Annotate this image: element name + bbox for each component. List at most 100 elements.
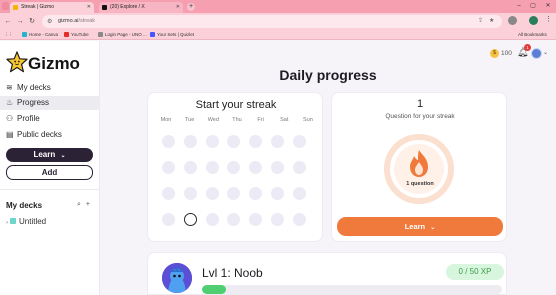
streak-day [249,187,263,200]
streak-day [271,187,284,200]
weekday-label: Thu [232,117,242,123]
streak-day [183,135,197,148]
close-window-icon[interactable]: ✕ [541,0,555,13]
bookmark-quizlet[interactable]: Your Sets | Quizlet [150,30,194,40]
streak-day [292,161,306,174]
all-bookmarks[interactable]: All Bookmarks [518,30,547,40]
sidebar-divider [0,189,100,190]
streak-day [292,135,306,148]
nav-public-decks[interactable]: ▤ Public decks [0,128,100,142]
address-toolbar: ← → ↻ ⚙ gizmo.ai/streak ⇪ ★ ⋮ [0,13,556,30]
bookmark-uno-login[interactable]: Login Page - UNO ... [98,30,147,40]
streak-day [227,187,241,200]
search-icon[interactable]: ⌕ [77,201,81,208]
sidebar-learn-button[interactable]: Learn ⌄ [6,148,93,162]
extensions-icon[interactable] [508,16,517,25]
streak-day [249,213,263,226]
streak-card: Start your streak Mon Tue Wed Thu Fri Sat Sun [147,92,323,242]
browser-menu-icon[interactable]: ⋮ [545,15,552,23]
weekday-label: Sun [303,117,313,123]
level-mascot-avatar [162,263,192,293]
star-logo-icon [6,51,28,73]
streak-day [205,161,219,174]
apps-grid-icon[interactable]: ⋮⋮ [4,30,13,40]
coin-count: 100 [501,50,512,57]
avatar[interactable] [531,48,542,59]
book-icon: ▤ [6,130,14,139]
weekday-labels: Mon Tue Wed Thu Fri Sat Sun [157,117,317,123]
bookmark-youtube[interactable]: YouTube [64,30,89,40]
chevron-down-icon: ⌄ [430,225,436,231]
site-info-icon[interactable]: ⚙ [47,18,52,25]
streak-day [292,213,306,226]
page-title: Daily progress [279,67,377,83]
page-icon [98,32,103,37]
nav-my-decks[interactable]: ≋ My decks [0,81,100,95]
tab-search-button[interactable] [2,2,9,10]
gizmo-favicon-icon [13,5,18,10]
weekday-label: Fri [257,117,264,123]
chevron-down-icon[interactable]: ⌄ [543,49,548,56]
weekday-label: Tue [185,117,195,123]
goal-count: 1 [416,98,424,110]
nav-profile[interactable]: ⚇ Profile [0,112,100,126]
share-icon[interactable]: ⇪ [478,15,483,28]
streak-day [249,135,263,148]
my-decks-heading: My decks [6,201,43,210]
back-icon[interactable]: ← [3,16,13,27]
xp-progress-bar [202,285,502,294]
streak-day [162,213,175,226]
daily-goal-card: 1 Question for your streak 1 question Le… [331,92,507,242]
minimize-icon[interactable]: – [512,0,526,13]
layers-icon: ≋ [6,83,13,92]
flame-icon: ♨ [6,98,14,107]
profile-avatar-icon[interactable] [529,16,538,25]
deck-tools: ⌕ + [77,201,90,209]
bookmark-star-icon[interactable]: ★ [489,15,494,28]
tab-x[interactable]: (20) Explore / X ✕ [99,2,183,13]
streak-day [162,161,175,174]
sidebar: Gizmo ≋ My decks ♨ Progress ⚇ Profile ▤ … [0,41,100,295]
level-card: Lvl 1: Noob 0 / 50 XP [147,252,507,295]
learn-button[interactable]: Learn ⌄ [337,217,503,236]
deck-color-icon [10,218,16,224]
close-tab-icon[interactable]: ✕ [176,2,180,13]
streak-day [183,161,197,174]
streak-day [271,135,284,148]
url-bar[interactable]: ⚙ gizmo.ai/streak ⇪ ★ [42,15,502,28]
level-title: Lvl 1: Noob [202,266,263,280]
streak-day [183,187,197,200]
streak-day-today [183,213,197,226]
reload-icon[interactable]: ↻ [27,16,37,27]
forward-icon[interactable]: → [15,16,25,27]
streak-day [227,135,241,148]
streak-title: Start your streak [195,99,277,111]
quizlet-icon [150,32,155,37]
tab-title: (20) Explore / X [110,4,145,10]
chevron-right-icon[interactable]: › [6,220,8,226]
xp-badge: 0 / 50 XP [446,264,504,280]
streak-day [205,213,219,226]
x-favicon-icon [102,5,107,10]
gizmo-app: Gizmo ≋ My decks ♨ Progress ⚇ Profile ▤ … [0,41,556,295]
coin-icon: $ [490,49,499,58]
bookmark-canva[interactable]: Home - Canva [22,30,58,40]
bookmarks-bar: ⋮⋮ Home - Canva YouTube Login Page - UNO… [0,30,556,40]
goal-label: Question for your streak [385,113,455,120]
streak-day [227,213,241,226]
deck-item-untitled[interactable]: › Untitled [6,217,46,226]
close-tab-icon[interactable]: ✕ [87,2,91,13]
maximize-icon[interactable]: ▢ [526,0,540,13]
browser-tab-bar: Streak | Gizmo ✕ (20) Explore / X ✕ + – … [0,0,556,13]
notification-badge: 1 [524,44,531,51]
tab-gizmo[interactable]: Streak | Gizmo ✕ [10,2,94,13]
nav-progress[interactable]: ♨ Progress [0,96,100,110]
xp-progress-fill [202,285,226,294]
streak-day [205,135,219,148]
youtube-icon [64,32,69,37]
streak-day [227,161,241,174]
streak-day [162,135,175,148]
new-tab-button[interactable]: + [187,3,195,11]
add-button[interactable]: Add [6,165,93,180]
add-deck-icon[interactable]: + [86,201,90,208]
